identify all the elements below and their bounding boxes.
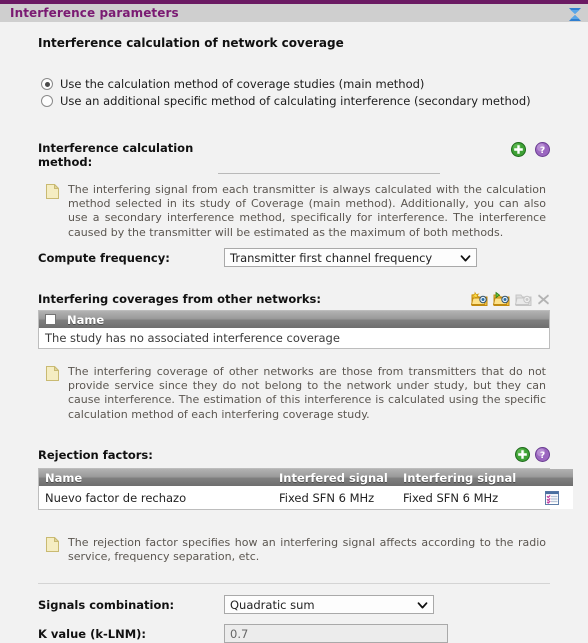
add-green-plus-icon[interactable]: [515, 447, 530, 462]
rejection-note-text: The rejection factor specifies how an in…: [68, 536, 546, 564]
radio-option-main-method[interactable]: Use the calculation method of coverage s…: [41, 77, 531, 91]
k-value-label: K value (k-LNM):: [38, 626, 147, 641]
compute-frequency-label: Compute frequency:: [38, 250, 170, 265]
note-page-icon: [46, 536, 60, 552]
add-green-plus-icon[interactable]: [511, 142, 527, 157]
interfering-coverages-empty-message: The study has no associated interference…: [39, 328, 549, 348]
coverage-section-heading: Interference calculation of network cove…: [38, 36, 344, 50]
rejection-row-interfered: Fixed SFN 6 MHz: [273, 486, 397, 509]
import-coverage-folder-icon[interactable]: [492, 291, 510, 307]
signals-combination-value: Quadratic sum: [230, 597, 315, 612]
section-divider: [38, 583, 550, 584]
chevron-down-icon: [417, 600, 428, 614]
collapse-chevrons-icon[interactable]: [568, 7, 582, 22]
rejection-interfered-column[interactable]: Interfered signal: [273, 469, 397, 486]
svg-text:?: ?: [540, 451, 545, 461]
interfering-coverages-table: Name The study has no associated interfe…: [38, 310, 550, 349]
select-all-checkbox[interactable]: [45, 314, 56, 326]
add-coverage-folder-icon[interactable]: [470, 291, 488, 307]
table-header-row: Name Interfered signal Interfering signa…: [39, 469, 573, 486]
radio-secondary-method-indicator[interactable]: [41, 95, 53, 107]
coverages-note: The interfering coverage of other networ…: [46, 365, 546, 422]
rejection-interfering-column[interactable]: Interfering signal: [397, 469, 531, 486]
interfering-coverages-label: Interfering coverages from other network…: [38, 292, 321, 306]
help-question-icon[interactable]: ?: [535, 447, 550, 462]
rejection-row-name: Nuevo factor de rechazo: [39, 486, 273, 509]
chevron-down-icon: [460, 253, 471, 267]
coverages-note-text: The interfering coverage of other networ…: [68, 365, 546, 421]
delete-coverage-x-icon: [537, 293, 550, 306]
radio-main-method-indicator[interactable]: [41, 78, 53, 90]
page-title: Interference parameters: [10, 6, 179, 20]
help-question-icon[interactable]: ?: [535, 142, 550, 157]
panel-header: Interference parameters: [0, 0, 588, 22]
rejection-row-interfering: Fixed SFN 6 MHz: [397, 486, 531, 509]
signals-combination-label: Signals combination:: [38, 597, 175, 612]
edit-properties-list-icon[interactable]: [545, 490, 559, 505]
radio-secondary-method-label: Use an additional specific method of cal…: [60, 94, 531, 108]
table-row[interactable]: Nuevo factor de rechazo Fixed SFN 6 MHz …: [39, 486, 573, 509]
method-field-label-line2: method:: [38, 155, 93, 169]
compute-frequency-value: Transmitter first channel frequency: [230, 250, 433, 265]
panel-body: Interference calculation of network cove…: [0, 22, 588, 643]
method-field-input[interactable]: [218, 155, 440, 174]
radio-main-method-label: Use the calculation method of coverage s…: [60, 77, 425, 91]
method-field-label-line1: Interference calculation: [38, 141, 194, 155]
k-value-input[interactable]: 0.7: [224, 624, 448, 643]
compute-frequency-select[interactable]: Transmitter first channel frequency: [224, 248, 477, 267]
open-coverage-folder-icon: [514, 291, 532, 307]
method-note-text: The interfering signal from each transmi…: [68, 183, 546, 239]
note-page-icon: [46, 365, 60, 381]
rejection-factors-label: Rejection factors:: [38, 447, 153, 462]
k-value-text: 0.7: [230, 626, 249, 641]
rejection-row-action-cell: [531, 486, 573, 509]
method-note: The interfering signal from each transmi…: [46, 183, 546, 240]
rejection-name-column[interactable]: Name: [39, 469, 273, 486]
table-header-row: Name: [39, 311, 549, 328]
note-page-icon: [46, 183, 60, 199]
signals-combination-select[interactable]: Quadratic sum: [224, 595, 434, 614]
svg-text:?: ?: [540, 146, 545, 156]
rejection-factors-table: Name Interfered signal Interfering signa…: [38, 468, 573, 510]
rejection-note: The rejection factor specifies how an in…: [46, 536, 546, 564]
interfering-coverages-name-column[interactable]: Name: [39, 311, 549, 328]
radio-option-secondary-method[interactable]: Use an additional specific method of cal…: [41, 94, 531, 108]
rejection-action-column: [531, 469, 573, 486]
